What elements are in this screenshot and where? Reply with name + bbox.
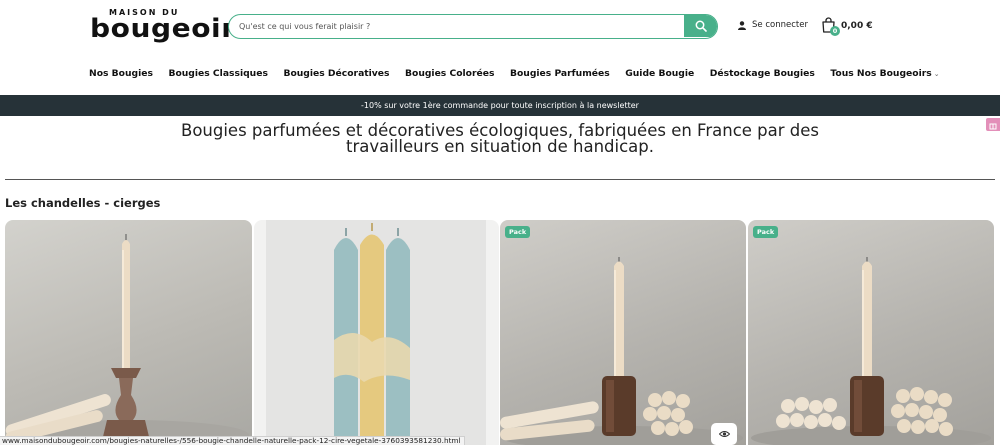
pack-badge: Pack [753,226,779,238]
nav-item-guide-bougie[interactable]: Guide Bougie [625,68,694,79]
quick-view-button[interactable] [711,423,737,445]
page-tagline: Bougies parfumées et décoratives écologi… [181,121,819,156]
search-input[interactable] [239,19,679,34]
cart-amount: 0,00 € [841,21,873,31]
promo-text: -10% sur votre 1ère commande pour toute … [361,101,639,110]
account-label: Se connecter [752,20,808,30]
site-logo[interactable]: MAISON DU bougeoir [90,8,235,46]
pack-badge: Pack [505,226,531,238]
product-image [266,220,486,445]
status-bar-url: www.maisondubougeoir.com/bougies-naturel… [0,436,465,445]
nav-item-bougies-decoratives[interactable]: Bougies Décoratives [283,68,389,79]
divider [5,179,995,180]
promo-banner[interactable]: -10% sur votre 1ère commande pour toute … [0,95,1000,116]
nav-item-tous-nos-bougeoirs-label: Tous Nos Bougeoirs [830,68,932,79]
logo-main-text: bougeoir [90,14,236,44]
product-card[interactable]: Pack [500,220,746,445]
gift-icon [989,123,997,130]
nav-item-bougies-parfumees[interactable]: Bougies Parfumées [510,68,610,79]
side-widget-tab[interactable] [986,118,1000,131]
main-nav: Nos Bougies Bougies Classiques Bougies D… [89,68,955,79]
account-link[interactable]: Se connecter [738,20,808,30]
chevron-down-icon: ⌄ [933,70,940,78]
nav-item-destockage-bougies[interactable]: Déstockage Bougies [710,68,815,79]
product-image [5,234,249,445]
product-card[interactable]: Pack [748,220,994,445]
product-card[interactable] [5,220,252,445]
user-icon [738,20,746,30]
nav-item-tous-nos-bougeoirs[interactable]: Tous Nos Bougeoirs ⌄ [830,68,939,79]
cart-count-badge: 0 [830,26,840,36]
eye-icon [718,431,730,437]
nav-item-bougies-colorees[interactable]: Bougies Colorées [405,68,494,79]
search-icon [695,20,707,32]
search-bar [228,14,718,39]
product-image [751,257,991,445]
product-image [500,257,743,445]
product-card[interactable] [254,220,499,445]
nav-item-bougies-classiques[interactable]: Bougies Classiques [168,68,267,79]
search-button[interactable] [684,15,717,37]
nav-item-nos-bougies[interactable]: Nos Bougies [89,68,153,79]
cart-button[interactable]: 0 0,00 € [821,17,881,37]
section-title: Les chandelles - cierges [5,196,161,210]
